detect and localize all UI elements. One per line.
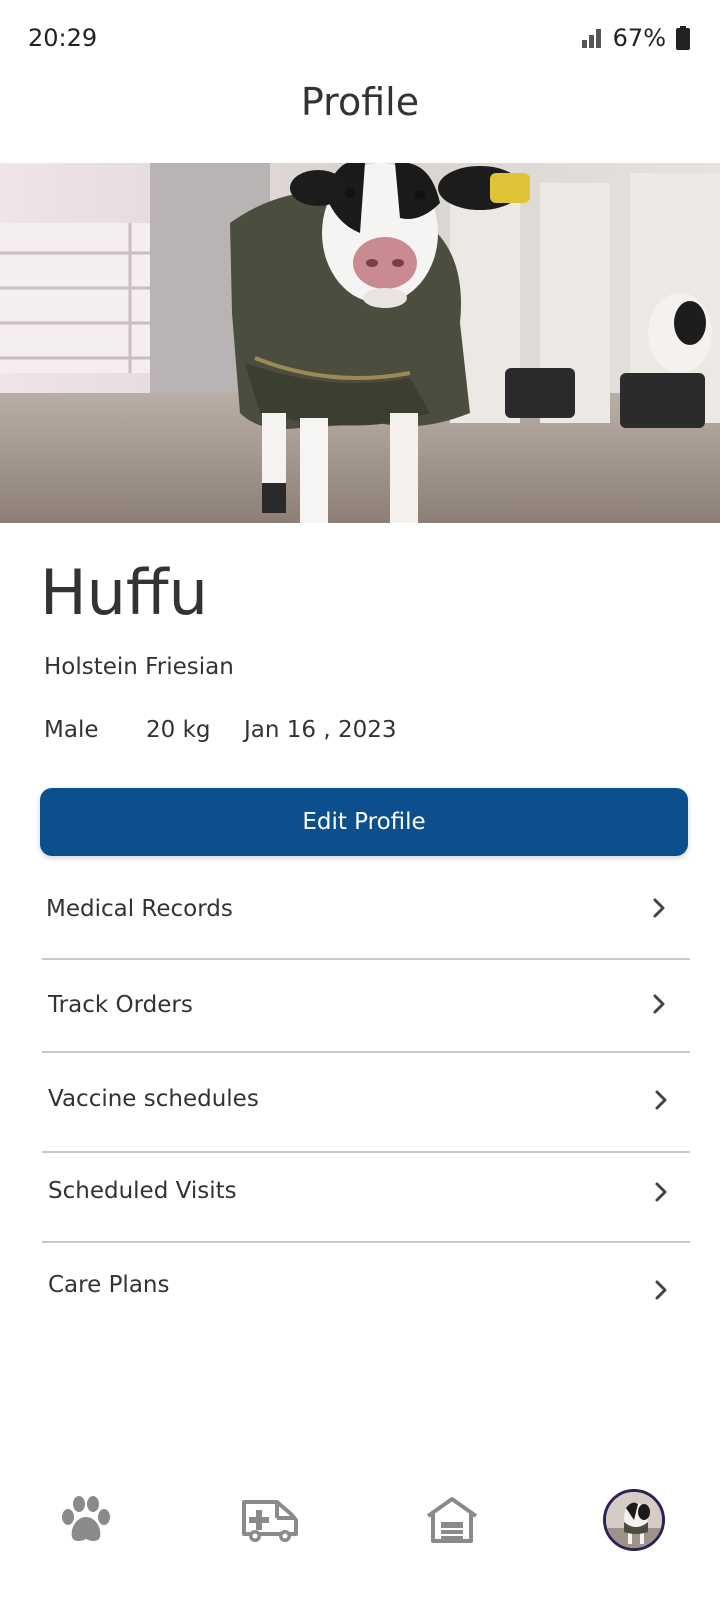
chevron-right-icon [655,1182,667,1202]
avatar [603,1489,665,1551]
pet-gender: Male [44,717,99,743]
nav-profile-button[interactable] [584,1470,684,1570]
pet-breed: Holstein Friesian [44,654,234,680]
pet-date: Jan 16 , 2023 [244,717,397,743]
menu-item-label: Care Plans [48,1272,170,1298]
pet-photo [0,163,720,523]
menu-divider [42,1241,690,1243]
status-time: 20:29 [28,24,98,52]
chevron-right-icon [653,994,665,1014]
battery-percent: 67% [612,24,666,52]
home-icon [426,1497,478,1543]
status-indicators: 67% [581,24,690,52]
menu-divider [42,1151,690,1153]
menu-item-label: Vaccine schedules [48,1086,259,1112]
menu-item-label: Scheduled Visits [48,1178,237,1204]
status-bar: 20:29 67% [0,0,720,78]
bottom-nav [0,1470,720,1570]
nav-emergency-button[interactable] [220,1470,320,1570]
signal-icon [581,29,601,48]
chevron-right-icon [655,1280,667,1300]
chevron-right-icon [653,898,665,918]
menu-item-scheduled-visits[interactable]: Scheduled Visits [42,1162,690,1242]
menu-item-care-plans[interactable]: Care Plans [42,1256,690,1336]
menu-divider [42,1051,690,1053]
page-title: Profile [300,80,420,124]
menu-item-label: Track Orders [48,992,193,1018]
paw-icon [62,1496,110,1541]
menu-divider [42,958,690,960]
edit-profile-button[interactable]: Edit Profile [40,788,688,856]
battery-icon [676,26,690,50]
nav-pets-button[interactable] [36,1470,136,1570]
pet-name: Huffu [40,556,208,629]
profile-screen: 20:29 67% Profile Huffu Holstein Friesia… [0,0,720,1600]
menu-item-medical-records[interactable]: Medical Records [42,880,690,960]
chevron-right-icon [655,1090,667,1110]
pet-weight: 20 kg [146,717,211,743]
menu-item-vaccine-schedules[interactable]: Vaccine schedules [42,1070,690,1150]
nav-home-button[interactable] [402,1470,502,1570]
menu-item-label: Medical Records [46,896,233,922]
pet-details: Male 20 kg Jan 16 , 2023 [44,717,397,743]
menu-item-track-orders[interactable]: Track Orders [42,976,690,1052]
ambulance-icon [242,1500,298,1542]
